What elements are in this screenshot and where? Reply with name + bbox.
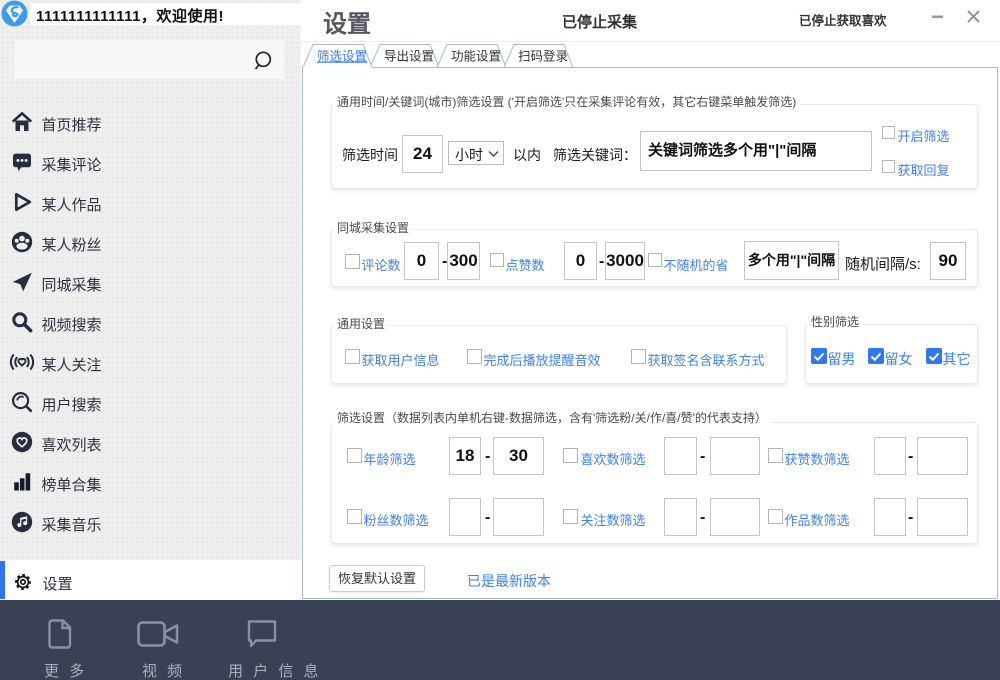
- svg-text:筛选设置: 筛选设置: [317, 49, 367, 64]
- svg-text:扫码登录: 扫码登录: [518, 49, 568, 64]
- svg-text:功能设置: 功能设置: [451, 49, 501, 64]
- svg-text:导出设置: 导出设置: [384, 49, 434, 64]
